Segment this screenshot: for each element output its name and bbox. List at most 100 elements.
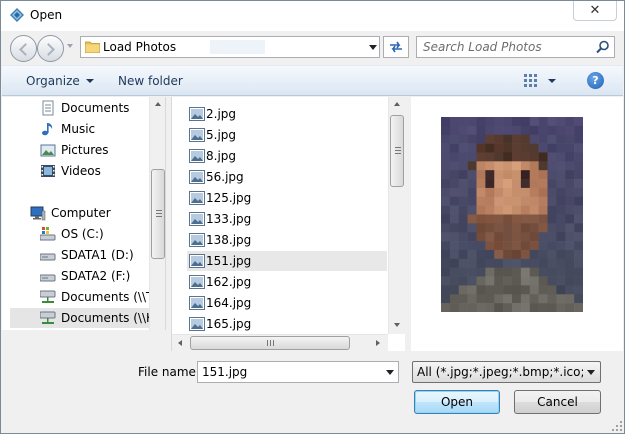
address-path: Load Photos — [103, 40, 177, 54]
file-name-label: File name: — [138, 365, 200, 379]
refresh-arrows-icon — [390, 41, 402, 53]
address-empty-area — [210, 40, 265, 54]
new-folder-button[interactable]: New folder — [118, 74, 183, 88]
search-icon[interactable] — [596, 40, 610, 54]
command-toolbar: Organize New folder ? — [2, 65, 623, 96]
drive-icon — [40, 274, 56, 282]
file-name: 5.jpg — [206, 128, 237, 142]
scroll-left-arrow-icon[interactable] — [178, 340, 182, 346]
file-list: 2.jpg 5.jpg 8.jpg 56.jpg 125.jpg 133.jpg… — [171, 97, 405, 351]
search-input[interactable] — [419, 38, 589, 56]
help-button[interactable]: ? — [587, 72, 604, 89]
nav-item-label: Computer — [51, 206, 111, 220]
back-button[interactable] — [10, 35, 37, 62]
app-diamond-icon — [10, 8, 24, 22]
file-name-input[interactable] — [199, 363, 379, 381]
list-item[interactable]: 165.jpg — [187, 314, 387, 334]
list-item[interactable]: 8.jpg — [187, 146, 387, 166]
network-drive-icon — [40, 290, 56, 303]
file-name: 138.jpg — [206, 233, 252, 247]
file-name: 133.jpg — [206, 212, 252, 226]
list-item[interactable]: 138.jpg — [187, 230, 387, 250]
videos-icon — [41, 165, 55, 177]
file-type-value: All (*.jpg;*.jpeg;*.bmp;*.ico;*.er — [417, 365, 583, 379]
resize-grip-icon[interactable] — [612, 421, 622, 431]
recent-pages-chevron-down-icon[interactable] — [67, 44, 73, 48]
file-name: 56.jpg — [206, 170, 244, 184]
address-history-chevron-down-icon[interactable] — [369, 45, 377, 50]
nav-item-label: SDATA1 (D:) — [61, 248, 134, 262]
network-drive-icon — [40, 311, 56, 324]
file-list-vertical-scrollbar[interactable] — [388, 97, 405, 334]
list-item[interactable]: 162.jpg — [187, 272, 387, 292]
file-name: 2.jpg — [206, 107, 237, 121]
pictures-icon — [40, 144, 56, 157]
list-item[interactable]: 164.jpg — [187, 293, 387, 313]
nav-item-network-documents-kd[interactable]: Documents (\\KD — [10, 308, 163, 328]
jpg-file-icon — [189, 149, 205, 163]
list-item[interactable]: 133.jpg — [187, 209, 387, 229]
open-button[interactable]: Open — [414, 390, 500, 414]
file-name-combobox[interactable] — [197, 361, 399, 383]
file-name: 151.jpg — [206, 254, 252, 268]
view-options-chevron-down-icon[interactable] — [548, 79, 556, 83]
preview-pane — [411, 97, 623, 351]
nav-pane-scrollbar[interactable] — [149, 97, 165, 330]
cancel-button[interactable]: Cancel — [514, 390, 601, 414]
nav-item-label: Documents (\\TV — [61, 290, 162, 304]
navigation-pane: Documents Music Pictures Videos Computer… — [2, 97, 166, 330]
list-item[interactable]: 125.jpg — [187, 188, 387, 208]
system-drive-icon — [40, 227, 56, 241]
file-name: 125.jpg — [206, 191, 252, 205]
forward-button[interactable] — [37, 35, 64, 62]
jpg-file-icon — [189, 170, 205, 184]
jpg-file-icon — [189, 317, 205, 331]
nav-scroll-thumb[interactable] — [151, 169, 165, 259]
list-item[interactable]: 5.jpg — [187, 125, 387, 145]
scroll-right-arrow-icon[interactable] — [376, 340, 380, 346]
documents-icon — [42, 100, 54, 116]
file-type-select[interactable]: All (*.jpg;*.jpeg;*.bmp;*.ico;*.er — [412, 361, 601, 383]
scroll-up-arrow-icon[interactable] — [394, 102, 400, 106]
nav-item-label: Pictures — [61, 143, 109, 157]
file-list-scroll-thumb[interactable] — [390, 115, 404, 187]
jpg-file-icon — [189, 275, 205, 289]
scroll-up-arrow-icon[interactable] — [155, 102, 161, 106]
nav-item-label: OS (C:) — [61, 227, 104, 241]
search-box[interactable] — [416, 36, 615, 58]
drive-icon — [40, 253, 56, 261]
list-item-selected[interactable]: 151.jpg — [187, 251, 387, 271]
file-type-chevron-down-icon — [587, 370, 595, 375]
organize-button[interactable]: Organize — [26, 74, 94, 88]
file-list-h-scroll-thumb[interactable] — [190, 336, 350, 350]
jpg-file-icon — [189, 233, 205, 247]
photo-preview — [441, 117, 583, 312]
list-item[interactable]: 2.jpg — [187, 104, 387, 124]
file-name-chevron-down-icon[interactable] — [386, 370, 394, 375]
change-view-grid-icon[interactable] — [524, 74, 538, 87]
close-icon: ✕ — [589, 3, 601, 18]
jpg-file-icon — [189, 254, 205, 268]
file-name: 165.jpg — [206, 317, 252, 331]
file-name: 162.jpg — [206, 275, 252, 289]
jpg-file-icon — [189, 212, 205, 226]
organize-label: Organize — [26, 74, 80, 88]
scroll-down-arrow-icon[interactable] — [394, 323, 400, 327]
window-title: Open — [30, 8, 63, 22]
jpg-file-icon — [189, 128, 205, 142]
nav-item-label: Documents (\\KD — [61, 311, 164, 325]
file-name: 164.jpg — [206, 296, 252, 310]
music-icon — [42, 123, 53, 136]
title-bar: Open ✕ — [1, 1, 624, 31]
open-dialog: Open ✕ Load Photos Organize New folder — [0, 0, 625, 434]
file-name: 8.jpg — [206, 149, 237, 163]
refresh-button[interactable] — [383, 36, 409, 58]
nav-item-label: Documents — [61, 101, 130, 115]
close-button[interactable]: ✕ — [573, 1, 617, 21]
file-list-horizontal-scrollbar[interactable] — [172, 334, 388, 351]
folder-icon — [85, 41, 100, 53]
computer-icon — [30, 206, 46, 221]
list-item[interactable]: 56.jpg — [187, 167, 387, 187]
address-bar[interactable]: Load Photos — [80, 36, 380, 58]
jpg-file-icon — [189, 296, 205, 310]
